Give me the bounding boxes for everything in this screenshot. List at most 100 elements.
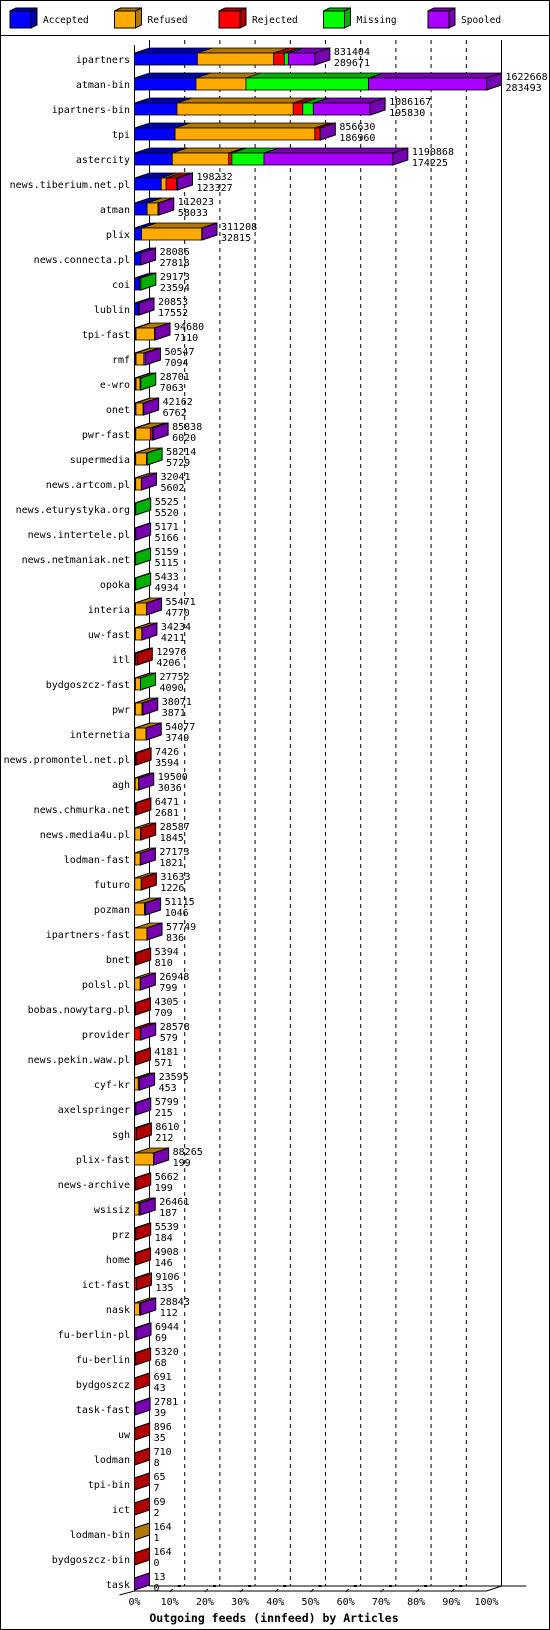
accepted-value-label: 27818 <box>160 258 190 269</box>
total-value-label: 691 <box>154 1372 172 1383</box>
bar-segment-refused <box>176 102 294 116</box>
category-label: provider <box>82 1030 130 1041</box>
total-value-label: 164 <box>154 1522 172 1533</box>
bar-side-face <box>135 797 152 816</box>
accepted-value-label: 4770 <box>166 608 190 619</box>
bar-segment-refused <box>160 177 167 191</box>
x-tick-label-100: 100% <box>474 1597 498 1608</box>
bar-side-face <box>134 997 151 1016</box>
legend-swatch-side-accepted <box>30 7 38 29</box>
legend-item-missing: Missing <box>323 7 397 29</box>
total-value-label: 5433 <box>155 572 179 583</box>
total-value-label: 34234 <box>161 622 191 633</box>
total-value-label: 8610 <box>155 1122 179 1133</box>
total-value-label: 5171 <box>155 522 179 533</box>
total-value-label: 1086167 <box>389 97 431 108</box>
bar-segment-missing <box>231 152 265 166</box>
x-tick-label-50: 50% <box>301 1597 319 1608</box>
category-label: pwr-fast <box>82 430 130 441</box>
bar-plix-fast: plix-fast 88265199 <box>76 1147 203 1169</box>
bar-side-face <box>134 1547 151 1566</box>
total-value-label: 5662 <box>155 1172 179 1183</box>
bar-cyf-kr: cyf-kr 23595453 <box>94 1072 189 1094</box>
total-value-label: 5799 <box>155 1097 179 1108</box>
bar-pozman: pozman 511151046 <box>94 897 195 919</box>
bar-ipartners-bin: ipartners-bin 1086167195830 <box>52 97 432 119</box>
category-label: opoka <box>100 580 130 591</box>
total-value-label: 50547 <box>164 347 194 358</box>
bar-segment-missing <box>245 77 369 91</box>
bar-news-promontel-net-pl: news.promontel.net.pl 74263594 <box>4 747 180 769</box>
bar-news-eturystyka-org: news.eturystyka.org 55255520 <box>16 497 179 519</box>
category-label: ict-fast <box>82 1280 130 1291</box>
accepted-value-label: 5115 <box>155 558 179 569</box>
bar-side-face <box>135 1097 152 1116</box>
total-value-label: 51115 <box>165 897 195 908</box>
plot-walls <box>134 40 526 1591</box>
category-label: bydgoszcz-bin <box>52 1555 130 1566</box>
legend-swatch-accepted <box>9 10 32 29</box>
bar-segment-refused <box>135 477 142 491</box>
category-label: astercity <box>76 155 130 166</box>
category-label: e-wro <box>100 380 130 391</box>
bar-segment-accepted <box>134 52 198 66</box>
total-value-label: 27173 <box>159 847 189 858</box>
accepted-value-label: 1226 <box>160 883 184 894</box>
total-value-label: 856630 <box>339 122 375 133</box>
total-value-label: 94680 <box>174 322 204 333</box>
accepted-value-label: 7110 <box>174 333 198 344</box>
bar-home: home 4908146 <box>106 1247 179 1269</box>
category-label: tpi <box>112 130 130 141</box>
bar-segment-refused <box>135 377 141 391</box>
accepted-value-label: 810 <box>155 958 173 969</box>
accepted-value-label: 43 <box>154 1383 166 1394</box>
bar-futuro: futuro 316331226 <box>94 872 191 894</box>
accepted-value-label: 799 <box>159 983 177 994</box>
legend-swatch-refused <box>114 10 136 29</box>
category-label: uw-fast <box>88 630 130 641</box>
total-value-label: 58214 <box>166 447 196 458</box>
category-label: atman <box>100 205 130 216</box>
category-label: ict <box>112 1505 130 1516</box>
total-value-label: 88265 <box>173 1147 203 1158</box>
category-label: news.promontel.net.pl <box>4 755 130 766</box>
bar-side-face <box>134 1047 151 1066</box>
bar-segment-refused <box>146 202 159 216</box>
bar-bydgoszcz-fast: bydgoszcz-fast 277524090 <box>46 672 190 694</box>
accepted-value-label: 199 <box>173 1158 191 1169</box>
total-value-label: 4908 <box>155 1247 179 1258</box>
category-label: fu-berlin-pl <box>58 1330 130 1341</box>
bar-side-face <box>134 1522 151 1541</box>
bar-side-face <box>135 1222 152 1241</box>
legend-swatch-side-spooled <box>448 7 456 29</box>
tick-mark-back-10 <box>177 1585 181 1587</box>
accepted-value-label: 7 <box>154 1483 160 1494</box>
bar-atman-bin: atman-bin 1622668283493 <box>76 72 548 94</box>
bar-task-fast: task-fast 278139 <box>76 1397 178 1419</box>
bar-lublin: lublin 2085317552 <box>94 297 188 319</box>
accepted-value-label: 5520 <box>155 508 179 519</box>
total-value-label: 26948 <box>159 972 189 983</box>
bar-segment-rejected <box>292 102 304 116</box>
bar-segment-accepted <box>134 252 141 266</box>
accepted-value-label: 23594 <box>160 283 190 294</box>
category-label: futuro <box>94 880 130 891</box>
accepted-value-label: 17552 <box>158 308 188 319</box>
category-label: news.media4u.pl <box>40 830 130 841</box>
category-label: task-fast <box>76 1405 130 1416</box>
total-value-label: 164 <box>154 1547 172 1558</box>
total-value-label: 19500 <box>158 772 188 783</box>
accepted-value-label: 112 <box>160 1308 178 1319</box>
bar-segment-refused <box>135 627 143 641</box>
bar-rmf: rmf 505477094 <box>112 347 195 369</box>
x-tick-label-40: 40% <box>266 1597 284 1608</box>
bar-segment-missing <box>302 102 314 116</box>
bar-side-face <box>134 1472 151 1491</box>
x-tick-label-80: 80% <box>407 1597 425 1608</box>
bar-segment-refused <box>134 727 147 741</box>
total-value-label: 112023 <box>178 197 214 208</box>
category-label: coi <box>112 280 130 291</box>
bar-side-face <box>134 1372 151 1391</box>
bar-side-face <box>134 1572 151 1591</box>
bar-supermedia: supermedia 582145729 <box>70 447 196 469</box>
